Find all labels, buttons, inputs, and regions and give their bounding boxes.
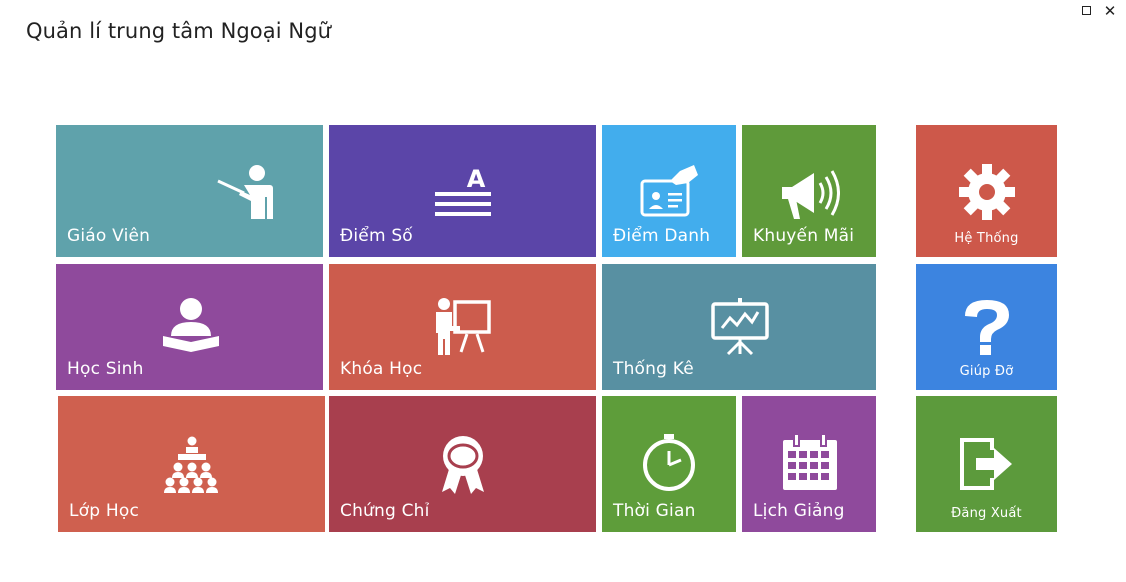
classroom-icon <box>162 436 222 494</box>
tile-label: Khuyến Mãi <box>753 226 855 246</box>
tile-diem-so[interactable]: A Điểm Số <box>329 125 596 257</box>
tile-diem-danh[interactable]: Điểm Danh <box>602 125 736 257</box>
attendance-card-icon <box>640 163 700 219</box>
logout-icon <box>958 436 1016 492</box>
close-button[interactable]: ✕ <box>1102 3 1118 19</box>
tile-giao-vien[interactable]: Giáo Viên <box>56 125 323 257</box>
question-icon <box>959 298 1015 356</box>
gear-icon <box>958 163 1016 221</box>
tile-label: Học Sinh <box>67 359 144 379</box>
tile-hoc-sinh[interactable]: Học Sinh <box>56 264 323 390</box>
tile-dang-xuat[interactable]: Đăng Xuất <box>916 396 1057 532</box>
grades-icon: A <box>434 165 492 221</box>
megaphone-icon <box>780 165 840 221</box>
app-title: Quản lí trung tâm Ngoại Ngữ <box>26 19 332 43</box>
tile-label: Lịch Giảng <box>753 501 845 521</box>
tile-label: Hệ Thống <box>954 231 1019 246</box>
tile-label: Đăng Xuất <box>951 506 1022 521</box>
tile-khuyen-mai[interactable]: Khuyến Mãi <box>742 125 876 257</box>
tile-label: Thời Gian <box>613 501 696 521</box>
tile-label: Điểm Số <box>340 226 413 246</box>
tile-khoa-hoc[interactable]: Khóa Học <box>329 264 596 390</box>
presentation-board-icon <box>433 296 493 356</box>
close-icon: ✕ <box>1103 2 1117 20</box>
tile-label: Khóa Học <box>340 359 423 379</box>
calendar-icon <box>782 434 838 492</box>
tile-lop-hoc[interactable]: Lớp Học <box>58 396 325 532</box>
clock-icon <box>640 434 698 492</box>
maximize-button[interactable] <box>1078 3 1094 19</box>
svg-text:A: A <box>467 165 486 193</box>
tile-label: Giúp Đỡ <box>959 364 1014 379</box>
tile-chung-chi[interactable]: Chứng Chỉ <box>329 396 596 532</box>
tile-lich-giang[interactable]: Lịch Giảng <box>742 396 876 532</box>
certificate-badge-icon <box>432 436 494 494</box>
chart-board-icon <box>710 298 770 356</box>
tile-label: Chứng Chỉ <box>340 501 430 521</box>
teacher-icon <box>214 163 276 221</box>
tile-label: Lớp Học <box>69 501 139 521</box>
tile-label: Điểm Danh <box>613 226 711 246</box>
maximize-icon <box>1081 6 1091 15</box>
student-reading-icon <box>161 296 221 352</box>
tile-label: Thống Kê <box>613 359 694 379</box>
tile-giup-do[interactable]: Giúp Đỡ <box>916 264 1057 390</box>
tile-thong-ke[interactable]: Thống Kê <box>602 264 876 390</box>
tile-thoi-gian[interactable]: Thời Gian <box>602 396 736 532</box>
tile-he-thong[interactable]: Hệ Thống <box>916 125 1057 257</box>
tile-label: Giáo Viên <box>67 226 151 246</box>
